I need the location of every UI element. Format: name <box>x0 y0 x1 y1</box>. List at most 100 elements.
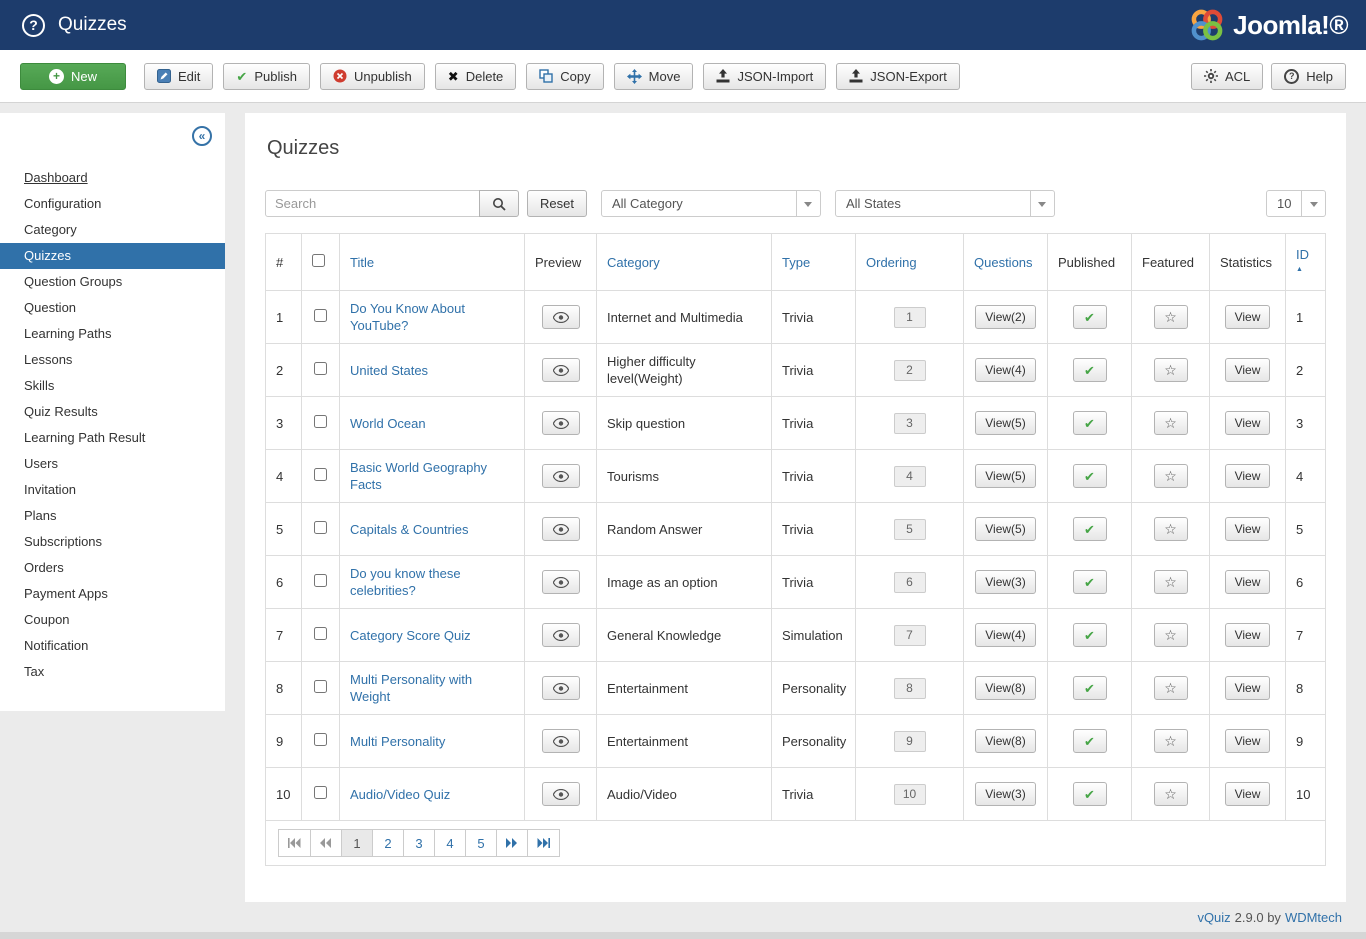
ordering-input[interactable]: 5 <box>893 518 926 540</box>
questions-view-button[interactable]: View(4) <box>975 358 1036 382</box>
questions-view-button[interactable]: View(5) <box>975 517 1036 541</box>
move-button[interactable]: Move <box>613 62 694 90</box>
published-toggle-button[interactable]: ✔ <box>1072 570 1107 594</box>
featured-toggle-button[interactable]: ☆ <box>1153 411 1188 435</box>
preview-button[interactable] <box>541 411 580 435</box>
ordering-input[interactable]: 4 <box>893 465 926 487</box>
questions-view-button[interactable]: View(8) <box>975 729 1036 753</box>
published-toggle-button[interactable]: ✔ <box>1072 464 1107 488</box>
featured-toggle-button[interactable]: ☆ <box>1153 676 1188 700</box>
type-sort-link[interactable]: Type <box>782 255 810 270</box>
statistics-view-button[interactable]: View <box>1224 729 1271 753</box>
featured-toggle-button[interactable]: ☆ <box>1153 623 1188 647</box>
category-sort-link[interactable]: Category <box>607 255 660 270</box>
quiz-title-link[interactable]: Category Score Quiz <box>350 628 471 643</box>
preview-button[interactable] <box>541 358 580 382</box>
quiz-title-link[interactable]: Audio/Video Quiz <box>350 787 450 802</box>
questions-view-button[interactable]: View(4) <box>975 623 1036 647</box>
quiz-title-link[interactable]: United States <box>350 363 428 378</box>
featured-toggle-button[interactable]: ☆ <box>1153 517 1188 541</box>
questions-view-button[interactable]: View(3) <box>975 570 1036 594</box>
published-toggle-button[interactable]: ✔ <box>1072 305 1107 329</box>
ordering-input[interactable]: 1 <box>893 306 926 328</box>
published-toggle-button[interactable]: ✔ <box>1072 676 1107 700</box>
search-input[interactable] <box>265 190 480 217</box>
category-filter-select[interactable]: All Category <box>600 190 821 217</box>
published-toggle-button[interactable]: ✔ <box>1072 517 1107 541</box>
preview-button[interactable] <box>541 676 580 700</box>
page-size-select[interactable]: 10 <box>1266 190 1326 217</box>
copy-button[interactable]: Copy <box>526 62 604 90</box>
search-button[interactable] <box>479 190 519 217</box>
ordering-input[interactable]: 6 <box>893 571 926 593</box>
pagination-first-button[interactable] <box>278 829 311 857</box>
statistics-view-button[interactable]: View <box>1224 570 1271 594</box>
statistics-view-button[interactable]: View <box>1224 676 1271 700</box>
quiz-title-link[interactable]: Do You Know About YouTube? <box>350 301 465 333</box>
featured-toggle-button[interactable]: ☆ <box>1153 358 1188 382</box>
quiz-title-link[interactable]: Capitals & Countries <box>350 522 469 537</box>
pagination-prev-button[interactable] <box>310 829 342 857</box>
pagination-next-button[interactable] <box>496 829 528 857</box>
row-checkbox[interactable] <box>314 468 327 481</box>
pagination-last-button[interactable] <box>527 829 560 857</box>
preview-button[interactable] <box>541 570 580 594</box>
title-sort-link[interactable]: Title <box>350 255 374 270</box>
ordering-input[interactable]: 3 <box>893 412 926 434</box>
questions-view-button[interactable]: View(5) <box>975 464 1036 488</box>
featured-toggle-button[interactable]: ☆ <box>1153 305 1188 329</box>
quiz-title-link[interactable]: Multi Personality with Weight <box>350 672 472 704</box>
questions-view-button[interactable]: View(5) <box>975 411 1036 435</box>
pagination-page-4[interactable]: 4 <box>434 829 466 857</box>
footer-brand-link[interactable]: WDMtech <box>1285 910 1342 925</box>
ordering-input[interactable]: 7 <box>893 624 926 646</box>
json-export-button[interactable]: JSON-Export <box>836 62 960 90</box>
row-checkbox[interactable] <box>314 574 327 587</box>
row-checkbox[interactable] <box>314 521 327 534</box>
pagination-page-3[interactable]: 3 <box>403 829 435 857</box>
ordering-sort-link[interactable]: Ordering <box>866 255 917 270</box>
row-checkbox[interactable] <box>314 362 327 375</box>
quiz-title-link[interactable]: World Ocean <box>350 416 426 431</box>
questions-view-button[interactable]: View(2) <box>975 305 1036 329</box>
row-checkbox[interactable] <box>314 680 327 693</box>
row-checkbox[interactable] <box>314 733 327 746</box>
statistics-view-button[interactable]: View <box>1224 623 1271 647</box>
preview-button[interactable] <box>541 623 580 647</box>
sidebar-collapse-icon[interactable]: « <box>192 126 212 146</box>
questions-sort-link[interactable]: Questions <box>974 255 1033 270</box>
featured-toggle-button[interactable]: ☆ <box>1153 570 1188 594</box>
new-button[interactable]: + New <box>20 62 127 90</box>
statistics-view-button[interactable]: View <box>1224 517 1271 541</box>
edit-button[interactable]: Edit <box>144 62 214 90</box>
quiz-title-link[interactable]: Basic World Geography Facts <box>350 460 487 492</box>
statistics-view-button[interactable]: View <box>1224 305 1271 329</box>
row-checkbox[interactable] <box>314 627 327 640</box>
published-toggle-button[interactable]: ✔ <box>1072 729 1107 753</box>
published-toggle-button[interactable]: ✔ <box>1072 782 1107 806</box>
select-all-checkbox[interactable] <box>312 254 325 267</box>
id-sort-link[interactable]: ID <box>1296 247 1315 262</box>
ordering-input[interactable]: 8 <box>893 677 926 699</box>
help-button[interactable]: ? Help <box>1271 62 1346 90</box>
statistics-view-button[interactable]: View <box>1224 411 1271 435</box>
pagination-page-1[interactable]: 1 <box>341 829 373 857</box>
statistics-view-button[interactable]: View <box>1224 782 1271 806</box>
questions-view-button[interactable]: View(3) <box>975 782 1036 806</box>
statistics-view-button[interactable]: View <box>1224 358 1271 382</box>
ordering-input[interactable]: 10 <box>893 783 926 805</box>
ordering-input[interactable]: 9 <box>893 730 926 752</box>
unpublish-button[interactable]: Unpublish <box>319 62 425 90</box>
footer-product-link[interactable]: vQuiz <box>1197 910 1230 925</box>
row-checkbox[interactable] <box>314 786 327 799</box>
featured-toggle-button[interactable]: ☆ <box>1153 729 1188 753</box>
states-filter-select[interactable]: All States <box>834 190 1055 217</box>
acl-button[interactable]: ACL <box>1190 62 1264 90</box>
row-checkbox[interactable] <box>314 309 327 322</box>
quiz-title-link[interactable]: Multi Personality <box>350 734 445 749</box>
questions-view-button[interactable]: View(8) <box>975 676 1036 700</box>
preview-button[interactable] <box>541 729 580 753</box>
featured-toggle-button[interactable]: ☆ <box>1153 464 1188 488</box>
reset-button[interactable]: Reset <box>527 190 587 217</box>
quiz-title-link[interactable]: Do you know these celebrities? <box>350 566 461 598</box>
